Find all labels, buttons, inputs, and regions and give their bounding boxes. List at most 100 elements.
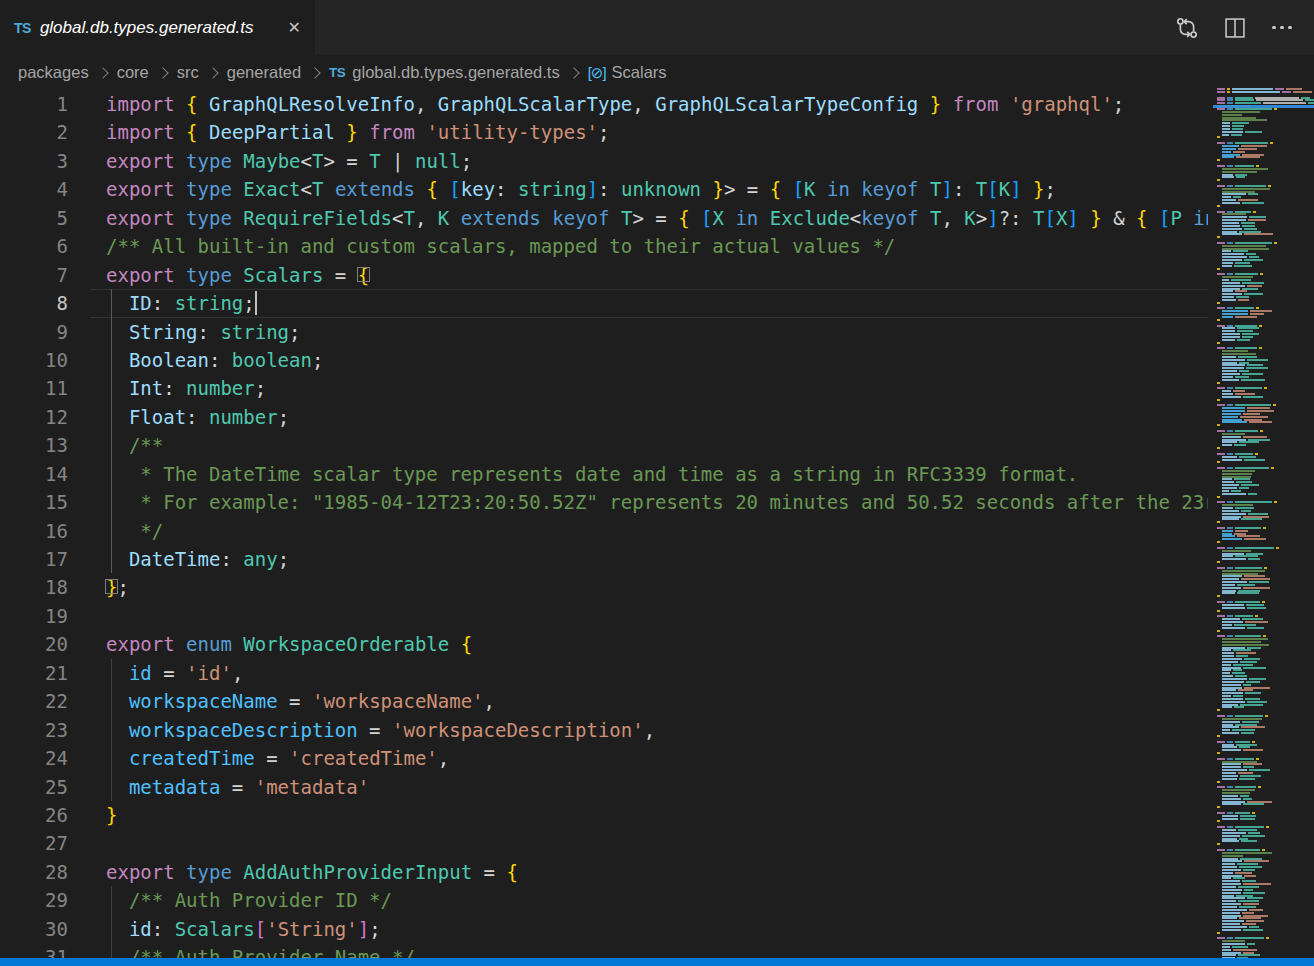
- code-line-text: id: Scalars['String'];: [106, 915, 1208, 943]
- code-line[interactable]: 25 metadata = 'metadata': [0, 773, 1208, 801]
- minimap-line: [1217, 744, 1259, 746]
- line-number: 7: [0, 261, 68, 289]
- code-line[interactable]: 7export type Scalars = {: [0, 261, 1208, 289]
- minimap-line: [1217, 273, 1265, 275]
- code-line-text: [106, 602, 1208, 630]
- minimap-line: [1217, 336, 1255, 338]
- minimap-line: [1217, 159, 1222, 161]
- minimap-line: [1217, 516, 1271, 518]
- minimap-line: [1217, 946, 1250, 948]
- code-line[interactable]: 22 workspaceName = 'workspaceName',: [0, 687, 1208, 715]
- minimap-line: [1217, 644, 1271, 646]
- minimap-line: [1217, 399, 1222, 401]
- breadcrumb-item-filename[interactable]: global.db.types.generated.ts: [352, 63, 559, 82]
- code-line[interactable]: 12 Float: number;: [0, 403, 1208, 431]
- line-number: 12: [0, 403, 68, 431]
- minimap-line: [1217, 798, 1254, 800]
- code-line[interactable]: 13 /**: [0, 431, 1208, 459]
- minimap[interactable]: [1213, 88, 1314, 966]
- code-line[interactable]: 29 /** Auth Provider ID */: [0, 886, 1208, 914]
- code-line[interactable]: 4export type Exact<T extends { [key: str…: [0, 175, 1208, 203]
- code-line[interactable]: 6/** All built-in and custom scalars, ma…: [0, 232, 1208, 260]
- code-line[interactable]: 17 DateTime: any;: [0, 545, 1208, 573]
- split-editor-icon[interactable]: [1224, 17, 1246, 39]
- code-line[interactable]: 24 createdTime = 'createdTime',: [0, 744, 1208, 772]
- code-line[interactable]: 9 String: string;: [0, 318, 1208, 346]
- minimap-line: [1217, 698, 1262, 700]
- code-line[interactable]: 1import { GraphQLResolveInfo, GraphQLSca…: [0, 90, 1208, 118]
- code-line[interactable]: 15 * For example: "1985-04-12T23:20:50.5…: [0, 488, 1208, 516]
- line-number: 29: [0, 886, 68, 914]
- close-tab-icon[interactable]: ✕: [288, 18, 301, 37]
- minimap-line: [1217, 880, 1258, 882]
- code-line[interactable]: 10 Boolean: boolean;: [0, 346, 1208, 374]
- line-number: 16: [0, 517, 68, 545]
- code-line[interactable]: 11 Int: number;: [0, 374, 1208, 402]
- code-editor[interactable]: 1import { GraphQLResolveInfo, GraphQLSca…: [0, 90, 1314, 966]
- minimap-line: [1217, 88, 1304, 90]
- code-line[interactable]: 16 */: [0, 517, 1208, 545]
- code-line-text: /** Auth Provider ID */: [106, 886, 1208, 914]
- minimap-line: [1217, 937, 1271, 939]
- minimap-line: [1217, 421, 1274, 423]
- minimap-line: [1217, 886, 1261, 888]
- code-line[interactable]: 27: [0, 829, 1208, 857]
- more-actions-icon[interactable]: [1272, 26, 1292, 30]
- minimap-line: [1217, 142, 1275, 144]
- minimap-line: [1217, 382, 1222, 384]
- breadcrumb-item-src[interactable]: src: [177, 63, 199, 82]
- tab-global-db-types[interactable]: TS global.db.types.generated.ts ✕: [0, 0, 315, 55]
- breadcrumb-item-packages[interactable]: packages: [18, 63, 89, 82]
- minimap-line: [1217, 932, 1222, 934]
- code-area[interactable]: 1import { GraphQLResolveInfo, GraphQLSca…: [0, 90, 1208, 966]
- minimap-line: [1217, 709, 1222, 711]
- minimap-line: [1217, 906, 1258, 908]
- code-line[interactable]: 28export type AddAuthProviderInput = {: [0, 858, 1208, 886]
- minimap-line: [1217, 467, 1276, 469]
- minimap-line: [1217, 119, 1269, 121]
- minimap-line: [1217, 219, 1268, 221]
- minimap-line: [1217, 775, 1263, 777]
- code-line[interactable]: 19: [0, 602, 1208, 630]
- code-line[interactable]: 23 workspaceDescription = 'workspaceDesc…: [0, 716, 1208, 744]
- code-line[interactable]: 14 * The DateTime scalar type represents…: [0, 460, 1208, 488]
- code-line[interactable]: 3export type Maybe<T> = T | null;: [0, 147, 1208, 175]
- minimap-line: [1217, 490, 1243, 492]
- line-number: 2: [0, 118, 68, 146]
- minimap-line: [1217, 718, 1264, 720]
- minimap-line: [1217, 895, 1255, 897]
- minimap-line: [1217, 610, 1222, 612]
- breadcrumb-item-scalars[interactable]: Scalars: [612, 63, 667, 82]
- minimap-line: [1217, 327, 1261, 329]
- code-line[interactable]: 20export enum WorkspaceOrderable {: [0, 630, 1208, 658]
- minimap-line: [1217, 689, 1255, 691]
- open-changes-icon[interactable]: [1176, 17, 1198, 39]
- code-line[interactable]: 8 ID: string;: [0, 289, 1208, 317]
- text-cursor: [255, 291, 257, 315]
- minimap-line: [1217, 265, 1254, 267]
- minimap-line: [1217, 213, 1248, 215]
- code-line[interactable]: 26}: [0, 801, 1208, 829]
- minimap-line: [1217, 134, 1244, 136]
- minimap-line: [1217, 672, 1247, 674]
- minimap-line: [1217, 595, 1222, 597]
- minimap-line: [1217, 342, 1222, 344]
- minimap-line: [1217, 416, 1270, 418]
- code-line[interactable]: 2import { DeepPartial } from 'utility-ty…: [0, 118, 1208, 146]
- minimap-line: [1217, 370, 1251, 372]
- breadcrumb-item-generated[interactable]: generated: [227, 63, 301, 82]
- minimap-line: [1217, 367, 1270, 369]
- minimap-line: [1217, 883, 1273, 885]
- minimap-line: [1217, 91, 1314, 93]
- minimap-line: [1217, 909, 1265, 911]
- minimap-line: [1217, 669, 1244, 671]
- breadcrumb-item-core[interactable]: core: [117, 63, 149, 82]
- code-line[interactable]: 21 id = 'id',: [0, 659, 1208, 687]
- minimap-line: [1217, 433, 1247, 435]
- code-line[interactable]: 5export type RequireFields<T, K extends …: [0, 204, 1208, 232]
- minimap-line: [1217, 316, 1259, 318]
- code-line[interactable]: 30 id: Scalars['String'];: [0, 915, 1208, 943]
- minimap-line: [1217, 148, 1259, 150]
- code-line[interactable]: 18};: [0, 573, 1208, 601]
- minimap-line: [1217, 193, 1260, 195]
